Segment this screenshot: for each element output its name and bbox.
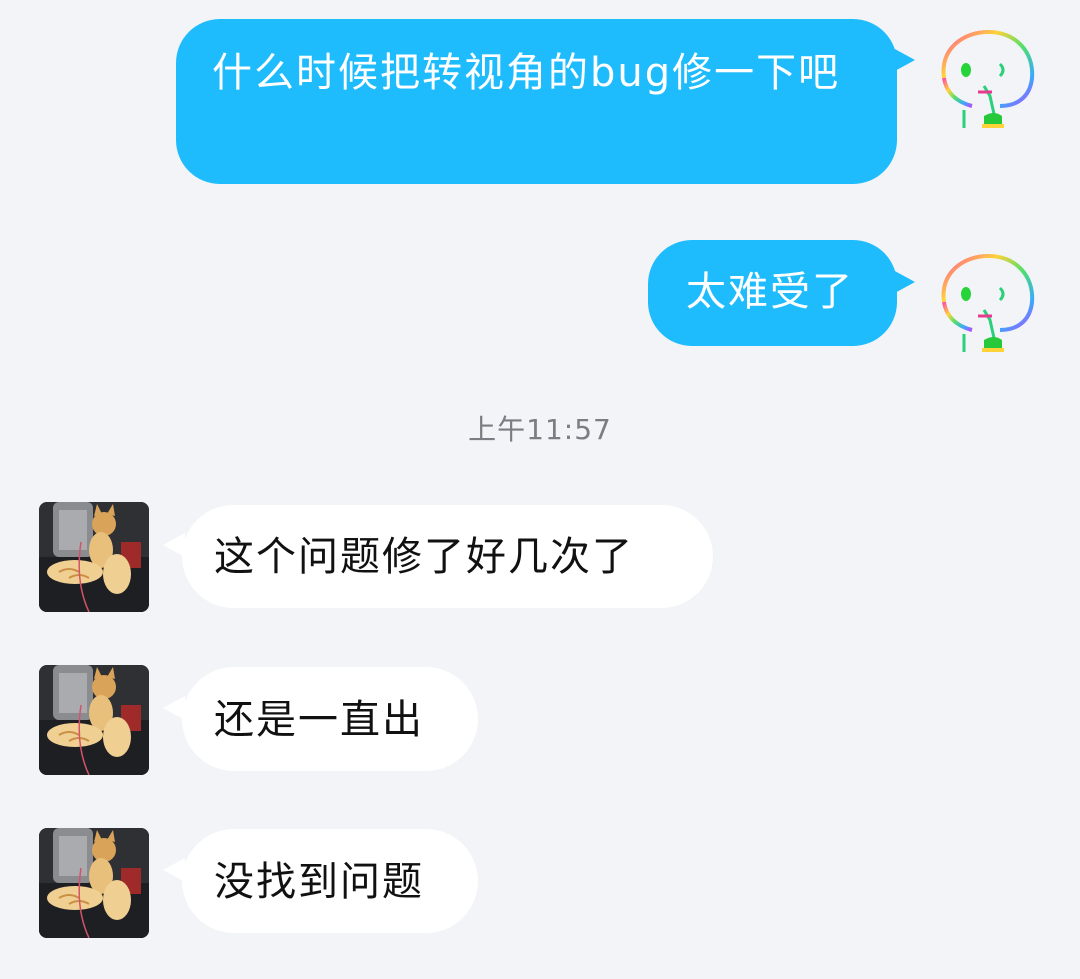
- message-text: 这个问题修了好几次了: [214, 534, 634, 580]
- cat-photo-icon: [39, 502, 149, 612]
- bubble-tail: [893, 270, 915, 294]
- chat-conversation: 什么时候把转视角的bug修一下吧 太难受了 上午11:57 这个问题修了好几次了…: [0, 0, 1080, 979]
- cat-photo-icon: [39, 828, 149, 938]
- message-text: 没找到问题: [214, 859, 424, 905]
- incoming-message-bubble[interactable]: 这个问题修了好几次了: [182, 505, 713, 608]
- incoming-message-bubble[interactable]: 还是一直出: [182, 667, 478, 771]
- outgoing-message-bubble[interactable]: 什么时候把转视角的bug修一下吧: [176, 19, 897, 184]
- contact-avatar[interactable]: [39, 665, 149, 775]
- cat-photo-icon: [39, 665, 149, 775]
- message-timestamp: 上午11:57: [468, 413, 612, 446]
- message-text: 什么时候把转视角的bug修一下吧: [212, 50, 841, 96]
- incoming-message-bubble[interactable]: 没找到问题: [182, 829, 478, 933]
- contact-avatar[interactable]: [39, 828, 149, 938]
- message-text: 太难受了: [686, 269, 854, 315]
- message-text: 还是一直出: [214, 697, 424, 743]
- outgoing-message-bubble[interactable]: 太难受了: [648, 240, 897, 346]
- self-avatar[interactable]: [934, 26, 1038, 130]
- contact-avatar[interactable]: [39, 502, 149, 612]
- bubble-tail: [893, 48, 915, 72]
- self-avatar[interactable]: [934, 250, 1038, 354]
